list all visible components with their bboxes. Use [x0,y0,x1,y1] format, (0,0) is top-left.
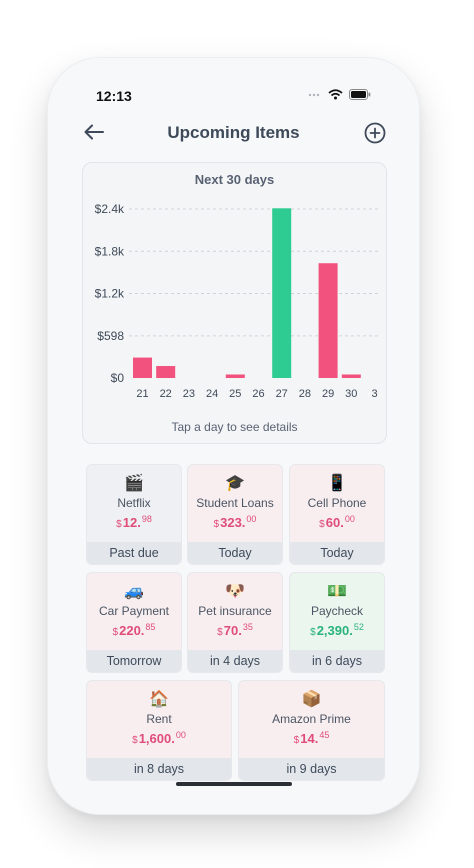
amount-whole: 60. [325,515,344,530]
amount-cents: 98 [141,514,152,524]
amount-whole: 1,600. [138,731,175,746]
amount-cents: 00 [175,730,186,740]
status-time: 12:13 [96,88,132,104]
item-amount: $323.00 [188,514,282,530]
due-label: Today [290,542,384,564]
item-amount: $14.45 [239,730,384,746]
y-tick-label: $1.8k [95,244,125,258]
item-amount: $1,600.00 [87,730,231,746]
amount-cents: 52 [353,622,364,632]
item-tile[interactable]: 📱 Cell Phone $60.00 Today [289,464,385,565]
package-icon: 📦 [301,691,322,708]
house-icon: 🏠 [149,691,169,708]
currency-symbol: $ [293,735,300,746]
currency-symbol: $ [132,735,138,746]
item-amount: $2,390.52 [290,622,384,638]
x-tick-label[interactable]: 25 [229,388,241,400]
amount-whole: 12. [122,515,141,530]
bar-day-25[interactable] [225,374,245,378]
wifi-icon [328,89,343,100]
chart-card[interactable]: Next 30 days $0 $598 $1.2k $1.8k $2.4k 21 22 23… [82,162,387,444]
amount-whole: 70. [223,623,242,638]
due-label: in 8 days [87,758,231,780]
item-name: Netflix [117,496,151,510]
x-tick-label[interactable]: 30 [345,388,357,400]
y-tick-label: $598 [97,329,124,343]
graduation-cap-icon: 🎓 [225,475,245,492]
signal-icon [308,93,320,96]
bar-day-22[interactable] [156,366,176,378]
x-tick-label[interactable]: 26 [252,388,264,400]
x-tick-label[interactable]: 29 [322,388,334,400]
currency-symbol: $ [217,627,223,638]
status-icons [308,89,371,100]
item-name: Amazon Prime [272,712,351,726]
item-amount: $220.85 [87,622,181,638]
item-tile[interactable]: 🚙 Car Payment $220.85 Tomorrow [86,572,182,673]
bar-day-29[interactable] [318,263,338,378]
item-name: Paycheck [310,604,364,618]
home-indicator [176,782,292,786]
item-name: Student Loans [196,496,274,510]
item-name: Rent [146,712,172,726]
item-amount: $60.00 [290,514,384,530]
amount-whole: 323. [220,515,246,530]
due-label: in 9 days [239,758,384,780]
bar-day-27[interactable] [272,208,292,378]
bar-day-30[interactable] [341,374,361,378]
amount-cents: 00 [344,514,355,524]
amount-whole: 14. [300,731,319,746]
plus-circle-icon [364,122,386,144]
bar-chart[interactable]: $0 $598 $1.2k $1.8k $2.4k 21 22 23 24 25 26 27 28 29 3… [83,163,386,413]
amount-whole: 2,390. [316,623,353,638]
due-label: Tomorrow [87,650,181,672]
battery-icon [349,89,371,100]
clapper-icon: 🎬 [124,475,144,492]
due-label: in 4 days [188,650,282,672]
item-tile[interactable]: 📦 Amazon Prime $14.45 in 9 days [238,680,385,781]
due-label: in 6 days [290,650,384,672]
item-tile[interactable]: 🐶 Pet insurance $70.35 in 4 days [187,572,283,673]
due-label: Today [188,542,282,564]
currency-symbol: $ [116,519,122,530]
due-label: Past due [87,542,181,564]
item-name: Cell Phone [307,496,367,510]
money-icon: 💵 [327,583,347,600]
item-tile[interactable]: 🎬 Netflix $12.98 Past due [86,464,182,565]
item-amount: $70.35 [188,622,282,638]
y-tick-label: $1.2k [95,287,125,301]
phone-icon: 📱 [327,475,347,492]
x-tick-label[interactable]: 24 [206,388,218,400]
amount-whole: 220. [119,623,145,638]
currency-symbol: $ [112,627,119,638]
x-tick-label[interactable]: 3 [371,388,377,400]
phone-frame: 12:13 Upcoming Items Next 30 days $0 $59… [48,58,419,814]
x-tick-label[interactable]: 27 [276,388,288,400]
bar-day-21[interactable] [133,357,152,378]
x-tick-label[interactable]: 23 [183,388,195,400]
currency-symbol: $ [319,519,325,530]
app-screen: 12:13 Upcoming Items Next 30 days $0 $59… [48,58,419,814]
amount-cents: 45 [319,730,330,740]
amount-cents: 85 [145,622,156,632]
currency-symbol: $ [213,519,220,530]
car-icon: 🚙 [124,583,144,600]
item-tile[interactable]: 💵 Paycheck $2,390.52 in 6 days [289,572,385,673]
chart-hint: Tap a day to see details [171,420,298,434]
y-tick-label: $2.4k [95,202,125,216]
y-tick-label: $0 [111,371,125,385]
amount-cents: 35 [242,622,253,632]
x-tick-label[interactable]: 22 [160,388,172,400]
x-tick-label[interactable]: 28 [299,388,311,400]
item-tile[interactable]: 🏠 Rent $1,600.00 in 8 days [86,680,232,781]
item-name: Car Payment [98,604,170,618]
dog-icon: 🐶 [225,583,245,600]
item-name: Pet insurance [198,604,272,618]
item-amount: $12.98 [87,514,181,530]
x-tick-label[interactable]: 21 [136,388,148,400]
currency-symbol: $ [310,627,316,638]
item-tile[interactable]: 🎓 Student Loans $323.00 Today [187,464,283,565]
amount-cents: 00 [246,514,257,524]
add-item-button[interactable] [363,121,387,145]
